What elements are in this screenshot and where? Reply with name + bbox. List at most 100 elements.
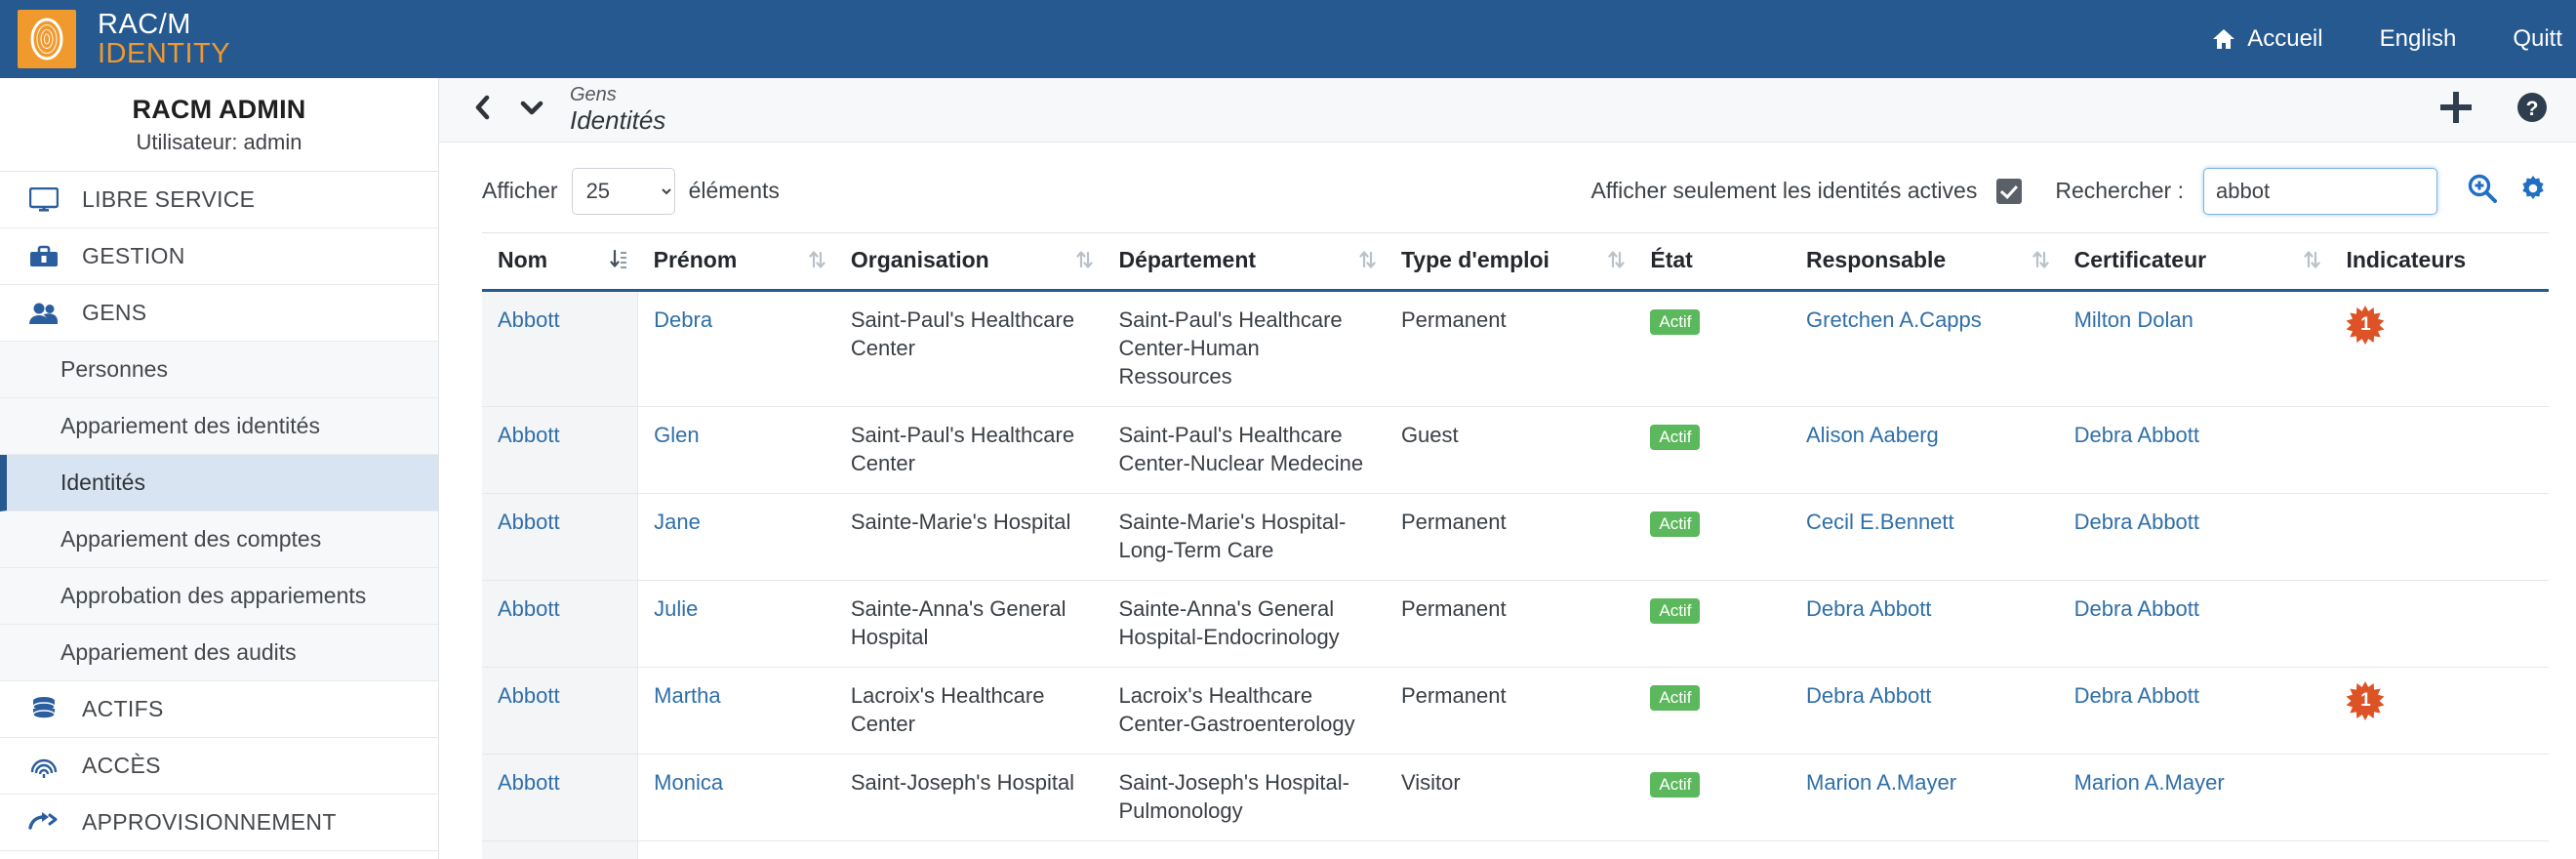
cell-indicateurs: [2330, 840, 2549, 859]
column-label: Département: [1118, 246, 1257, 272]
question-circle-icon: ?: [2517, 92, 2547, 122]
sidebar-username: Utilisateur: admin: [136, 130, 302, 154]
cell-indicateurs: 1: [2330, 667, 2549, 756]
column-header-nom[interactable]: Nom: [482, 231, 638, 292]
identity-nom-link[interactable]: Abbott: [498, 307, 560, 332]
table-header-row: Nom Prénom Organisation Département Type…: [482, 231, 2549, 292]
active-only-checkbox[interactable]: [1996, 178, 2023, 204]
brand-name-line1: RAC/M: [98, 8, 191, 40]
column-header-indicateurs[interactable]: Indicateurs: [2330, 231, 2549, 292]
breadcrumb-parent[interactable]: Gens: [570, 84, 665, 106]
responsable-link[interactable]: Debra Abbott: [1806, 596, 1931, 621]
sidebar-item-label: Approbation des appariements: [60, 583, 367, 608]
identity-prenom-link[interactable]: Debra: [654, 307, 712, 332]
identity-prenom-link[interactable]: Julie: [654, 596, 698, 621]
sidebar-item-label: ACTIFS: [82, 696, 164, 721]
plus-icon: [2440, 91, 2472, 123]
cell-departement: Saint-Paul's Healthcare Center-Nuclear M…: [1103, 406, 1386, 494]
sidebar-item-identites[interactable]: Identités: [0, 455, 438, 511]
sidebar-item-actifs[interactable]: ACTIFS: [0, 681, 438, 738]
cell-prenom: Debra: [637, 290, 835, 407]
identity-nom-link[interactable]: Abbott: [498, 770, 560, 795]
identity-prenom-link[interactable]: Martha: [654, 683, 720, 708]
table-row[interactable]: Abbott Martha Lacroix's Healthcare Center L…: [482, 667, 2549, 756]
identities-table: Nom Prénom Organisation Département Type…: [482, 231, 2549, 859]
identity-nom-link[interactable]: Abbott: [498, 423, 560, 447]
nav-english[interactable]: English: [2380, 25, 2457, 53]
column-header-etat[interactable]: État: [1634, 231, 1791, 292]
column-label: Nom: [498, 246, 548, 272]
help-button[interactable]: ?: [2516, 91, 2549, 129]
sidebar-item-label: GESTION: [82, 243, 185, 268]
sort-icon: [2032, 251, 2049, 268]
identity-prenom-link[interactable]: Monica: [654, 770, 723, 795]
sidebar-item-appariement-des-audits[interactable]: Appariement des audits: [0, 625, 438, 681]
identity-nom-link[interactable]: Abbott: [498, 510, 560, 534]
identity-prenom-link[interactable]: Glen: [654, 423, 699, 447]
add-button[interactable]: [2439, 91, 2473, 129]
column-header-certificateur[interactable]: Certificateur: [2058, 231, 2331, 292]
sidebar: RACM ADMIN Utilisateur: admin LIBRE SERV…: [0, 78, 439, 859]
monitor-icon: [27, 186, 60, 213]
responsable-link[interactable]: Gretchen A.Capps: [1806, 307, 1982, 332]
sidebar-item-organisation[interactable]: ORGANISATION: [0, 851, 438, 859]
column-label: Organisation: [850, 246, 989, 272]
column-header-prenom[interactable]: Prénom: [637, 231, 835, 292]
column-header-type-emploi[interactable]: Type d'emploi: [1385, 231, 1635, 292]
table-row[interactable]: Abbott Debra Saint-Paul's Healthcare Cente…: [482, 290, 2549, 407]
nav-accueil[interactable]: Accueil: [2212, 25, 2323, 53]
sidebar-item-personnes[interactable]: Personnes: [0, 342, 438, 398]
sort-asc-icon: [610, 250, 626, 269]
sidebar-item-approvisionnement[interactable]: APPROVISIONNEMENT: [0, 795, 438, 851]
sidebar-item-gestion[interactable]: GESTION: [0, 228, 438, 285]
sidebar-item-label: LIBRE SERVICE: [82, 186, 256, 212]
table-body: Abbott Debra Saint-Paul's Healthcare Cente…: [482, 290, 2549, 859]
cell-type-emploi: Permanent: [1385, 580, 1635, 668]
identity-nom-link[interactable]: Abbott: [498, 596, 560, 621]
cell-responsable: Debra Abbott: [1791, 667, 2059, 756]
search-button[interactable]: [2467, 173, 2498, 210]
table-row[interactable]: AbbottPriscillaSaint-Paul's Healthcare C…: [482, 840, 2549, 859]
certificateur-link[interactable]: Debra Abbott: [2074, 596, 2199, 621]
responsable-link[interactable]: Marion A.Mayer: [1806, 770, 1956, 795]
page-length-select[interactable]: 25: [571, 167, 675, 215]
sidebar-item-libre-service[interactable]: LIBRE SERVICE: [0, 172, 438, 228]
certificateur-link[interactable]: Debra Abbott: [2074, 510, 2199, 534]
sidebar-item-appariement-des-comptes[interactable]: Appariement des comptes: [0, 511, 438, 568]
nav-quitter[interactable]: Quitt: [2513, 25, 2562, 53]
active-only-label: Afficher seulement les identités actives: [1590, 178, 1978, 204]
sidebar-item-label: ACCÈS: [82, 753, 161, 778]
certificateur-link[interactable]: Debra Abbott: [2074, 423, 2199, 447]
sidebar-item-appariement-des-identites[interactable]: Appariement des identités: [0, 398, 438, 455]
identity-nom-link[interactable]: Abbott: [498, 683, 560, 708]
sidebar-item-approbation-des-appariements[interactable]: Approbation des appariements: [0, 568, 438, 625]
search-input[interactable]: [2203, 167, 2437, 215]
indicator-badge[interactable]: 1: [2346, 305, 2385, 345]
responsable-link[interactable]: Debra Abbott: [1806, 683, 1931, 708]
identity-prenom-link[interactable]: Jane: [654, 510, 701, 534]
nav-english-label: English: [2379, 25, 2457, 52]
table-row[interactable]: Abbott Jane Sainte-Marie's Hospital Sainte-…: [482, 493, 2549, 581]
table-row[interactable]: Abbott Julie Sainte-Anna's General Hospita…: [482, 580, 2549, 668]
indicator-badge[interactable]: 1: [2346, 680, 2385, 720]
table-row[interactable]: Abbott Glen Saint-Paul's Healthcare Center…: [482, 406, 2549, 494]
back-button[interactable]: [472, 95, 494, 125]
arrow-forward-icon: [27, 811, 60, 835]
responsable-link[interactable]: Cecil E.Bennett: [1806, 510, 1954, 534]
responsable-link[interactable]: Alison Aaberg: [1806, 423, 1939, 447]
table-row[interactable]: Abbott Monica Saint-Joseph's Hospital Saint…: [482, 754, 2549, 842]
brand-logo[interactable]: RAC/M IDENTITY: [18, 8, 230, 68]
sidebar-item-gens[interactable]: GENS: [0, 285, 438, 342]
certificateur-link[interactable]: Debra Abbott: [2074, 683, 2199, 708]
column-header-responsable[interactable]: Responsable: [1791, 231, 2059, 292]
certificateur-link[interactable]: Marion A.Mayer: [2074, 770, 2225, 795]
column-header-organisation[interactable]: Organisation: [834, 231, 1104, 292]
column-label: Indicateurs: [2346, 246, 2467, 272]
sidebar-item-acces[interactable]: ACCÈS: [0, 738, 438, 795]
cell-type-emploi: Guest: [1385, 406, 1635, 494]
settings-button[interactable]: [2517, 173, 2549, 210]
cell-prenom: Julie: [637, 580, 835, 668]
column-header-departement[interactable]: Département: [1103, 231, 1386, 292]
breadcrumb-dropdown-button[interactable]: [519, 96, 544, 124]
certificateur-link[interactable]: Milton Dolan: [2074, 307, 2194, 332]
